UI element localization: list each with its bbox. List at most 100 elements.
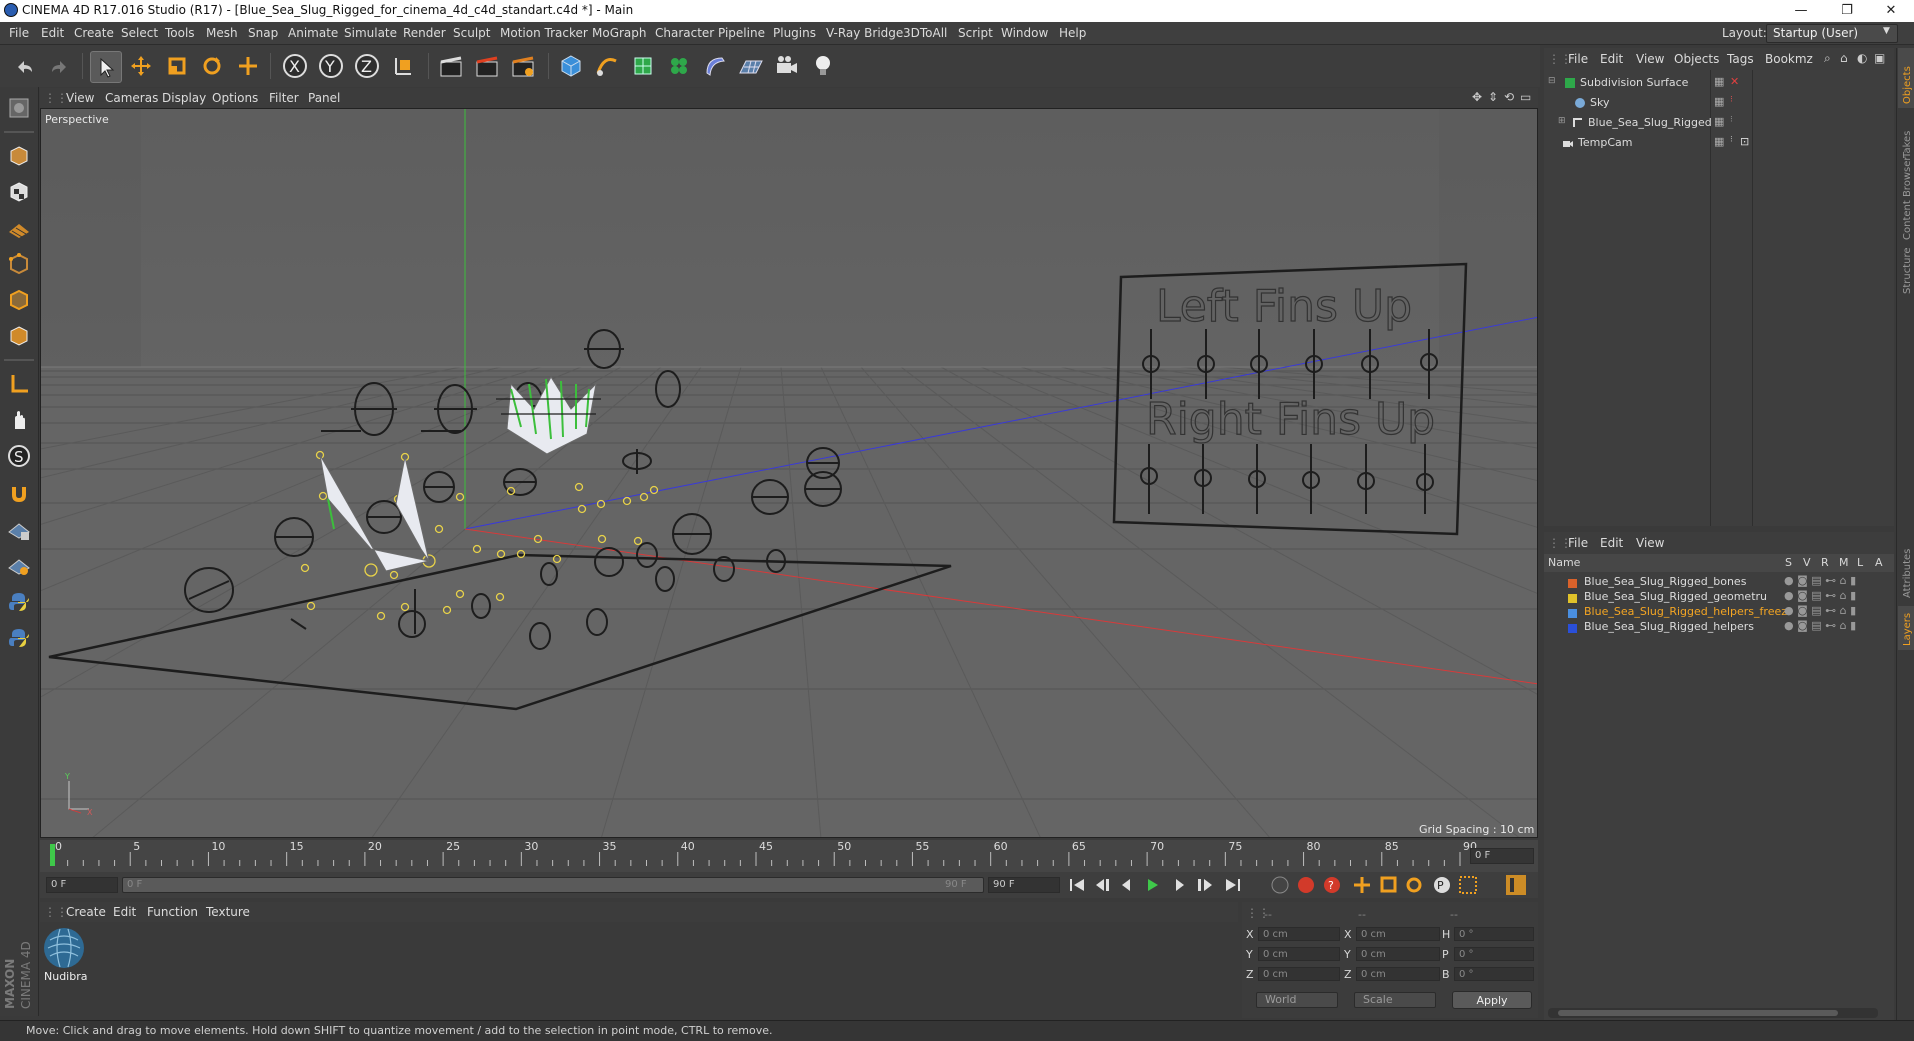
menu-character[interactable]: Character: [655, 26, 714, 40]
add-scene-button[interactable]: [736, 51, 766, 81]
editor-visibility-icon[interactable]: ▦: [1714, 75, 1724, 88]
viewport-menu-view[interactable]: View: [66, 91, 94, 105]
tweak-mode-button[interactable]: [4, 405, 34, 435]
layer-horizontal-scrollbar[interactable]: [1548, 1008, 1878, 1018]
tab-content-browser[interactable]: Content Browser: [1902, 156, 1913, 240]
menu-pipeline[interactable]: Pipeline: [718, 26, 765, 40]
y-axis-button[interactable]: Y: [316, 51, 346, 81]
layer-filter-icon[interactable]: ◐: [1857, 51, 1867, 65]
enable-axis-button[interactable]: [4, 515, 34, 545]
layer-menu-edit[interactable]: Edit: [1600, 536, 1623, 550]
render-picture-viewer-button[interactable]: [472, 51, 502, 81]
visibility-dots-icon[interactable]: ⁝: [1730, 95, 1733, 105]
add-mograph-button[interactable]: [664, 51, 694, 81]
tab-structure[interactable]: Structure: [1902, 247, 1913, 294]
panel-expand-icon[interactable]: ▣: [1874, 51, 1885, 65]
menu-edit[interactable]: Edit: [41, 26, 64, 40]
menu-render[interactable]: Render: [403, 26, 446, 40]
column-view[interactable]: V: [1803, 556, 1811, 569]
menu-help[interactable]: Help: [1059, 26, 1086, 40]
home-icon[interactable]: ⌂: [1840, 51, 1848, 65]
layer-menu-file[interactable]: File: [1568, 536, 1588, 550]
viewport-menu-cameras[interactable]: Cameras: [105, 91, 158, 105]
viewport-zoom-icon[interactable]: ⇕: [1488, 90, 1498, 104]
object-row[interactable]: TempCam ▦ ⁝ ⊡: [1544, 134, 1894, 152]
layer-row-selected[interactable]: Blue_Sea_Slug_Rigged_helpers_freez ● ◙ ▤…: [1544, 604, 1894, 619]
layer-flags[interactable]: ● ◙ ▤ ⊷ ⌂ ▮: [1784, 619, 1856, 632]
workplane-mode-button[interactable]: [4, 213, 34, 243]
texture-mode-button[interactable]: [4, 177, 34, 207]
position-z-field[interactable]: 0 cm: [1258, 967, 1340, 981]
layer-color-swatch[interactable]: [1568, 577, 1577, 588]
perspective-viewport[interactable]: Left Fins Up Right Fins Up Perspective G…: [40, 108, 1538, 838]
column-solo[interactable]: S: [1785, 556, 1792, 569]
layer-flags[interactable]: ● ◙ ▤ ⊷ ⌂ ▮: [1784, 574, 1856, 587]
menu-animate[interactable]: Animate: [288, 26, 338, 40]
menu-vray-bridge[interactable]: V-Ray Bridge: [826, 26, 903, 40]
menu-mesh[interactable]: Mesh: [206, 26, 238, 40]
menu-plugins[interactable]: Plugins: [773, 26, 816, 40]
menu-snap[interactable]: Snap: [248, 26, 278, 40]
object-menu-file[interactable]: File: [1568, 52, 1588, 66]
editor-visibility-icon[interactable]: ▦: [1714, 135, 1724, 148]
scrollbar-thumb[interactable]: [1558, 1010, 1838, 1016]
object-row[interactable]: Sky ▦ ⁝: [1544, 94, 1894, 112]
x-axis-button[interactable]: X: [280, 51, 310, 81]
viewport-menu-display[interactable]: Display: [162, 91, 206, 105]
material-menu-create[interactable]: Create: [66, 905, 106, 919]
add-light-button[interactable]: [808, 51, 838, 81]
add-cube-button[interactable]: [556, 51, 586, 81]
object-menu-bookmarks[interactable]: Bookmz: [1765, 52, 1813, 66]
panel-grip-icon[interactable]: ⋮⋮: [44, 905, 68, 919]
apply-button[interactable]: Apply: [1452, 991, 1532, 1009]
transform-button[interactable]: [233, 51, 263, 81]
live-selection-button[interactable]: [90, 51, 122, 83]
viewport-menu-options[interactable]: Options: [212, 91, 258, 105]
layer-row[interactable]: Blue_Sea_Slug_Rigged_bones ● ◙ ▤ ⊷ ⌂ ▮: [1544, 574, 1894, 589]
python-console-button[interactable]: [4, 623, 34, 653]
search-icon[interactable]: ⌕: [1824, 51, 1831, 66]
close-button[interactable]: ✕: [1868, 0, 1914, 22]
object-menu-objects[interactable]: Objects: [1674, 52, 1719, 66]
size-x-field[interactable]: 0 cm: [1356, 927, 1440, 941]
add-spline-button[interactable]: [592, 51, 622, 81]
editor-visibility-icon[interactable]: ▦: [1714, 95, 1724, 108]
scale-button[interactable]: [162, 51, 192, 81]
current-frame-field[interactable]: 0 F: [1470, 848, 1534, 864]
tab-objects[interactable]: Objects: [1902, 66, 1913, 104]
position-x-field[interactable]: 0 cm: [1258, 927, 1340, 941]
enable-toggle-icon[interactable]: ✕: [1730, 75, 1739, 88]
size-mode-dropdown[interactable]: Scale: [1354, 992, 1436, 1008]
expand-icon[interactable]: ⊞: [1558, 116, 1566, 126]
menu-tools[interactable]: Tools: [165, 26, 195, 40]
tab-takes[interactable]: Takes: [1902, 131, 1913, 159]
render-settings-button[interactable]: [508, 51, 538, 81]
object-menu-tags[interactable]: Tags: [1727, 52, 1754, 66]
menu-simulate[interactable]: Simulate: [344, 26, 397, 40]
viewport-maximize-icon[interactable]: ▭: [1520, 90, 1531, 104]
menu-create[interactable]: Create: [74, 26, 114, 40]
add-deformer-button[interactable]: [700, 51, 730, 81]
snap-button[interactable]: S: [4, 441, 34, 471]
rotation-b-field[interactable]: 0 °: [1454, 967, 1534, 981]
render-view-button[interactable]: [436, 51, 466, 81]
rotate-button[interactable]: [197, 51, 227, 81]
undo-button[interactable]: [10, 51, 40, 81]
maximize-button[interactable]: ❐: [1824, 0, 1870, 22]
polygons-mode-button[interactable]: [4, 321, 34, 351]
viewport-menu-filter[interactable]: Filter: [269, 91, 299, 105]
visibility-dots-icon[interactable]: ⁝: [1730, 135, 1733, 145]
axis-mode-button[interactable]: [4, 369, 34, 399]
start-frame-field[interactable]: 0 F: [46, 877, 118, 893]
layer-row[interactable]: Blue_Sea_Slug_Rigged_helpers ● ◙ ▤ ⊷ ⌂ ▮: [1544, 619, 1894, 634]
points-mode-button[interactable]: [4, 249, 34, 279]
menu-motion-tracker[interactable]: Motion Tracker: [500, 26, 588, 40]
z-axis-button[interactable]: Z: [352, 51, 382, 81]
menu-select[interactable]: Select: [121, 26, 158, 40]
python-script-button[interactable]: [4, 587, 34, 617]
panel-grip-icon[interactable]: ⋮⋮: [44, 91, 68, 105]
coordinate-system-dropdown[interactable]: World: [1256, 992, 1338, 1008]
object-row[interactable]: ⊞ Blue_Sea_Slug_Rigged ▦ ⁝: [1544, 114, 1894, 132]
tab-layers[interactable]: Layers: [1902, 613, 1913, 646]
layer-color-swatch[interactable]: [1568, 592, 1577, 603]
